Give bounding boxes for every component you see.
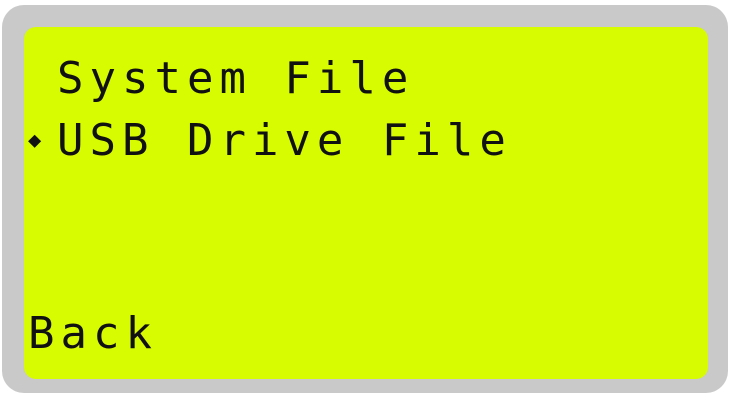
selection-diamond-icon: ◆: [28, 128, 42, 153]
menu-item-label: USB Drive File: [57, 115, 512, 166]
menu-item-usb-drive-file[interactable]: ◆ USB Drive File: [28, 116, 512, 166]
back-button[interactable]: Back: [28, 309, 158, 359]
menu-item-system-file[interactable]: System File: [28, 54, 414, 104]
menu-item-label: System File: [57, 53, 415, 104]
